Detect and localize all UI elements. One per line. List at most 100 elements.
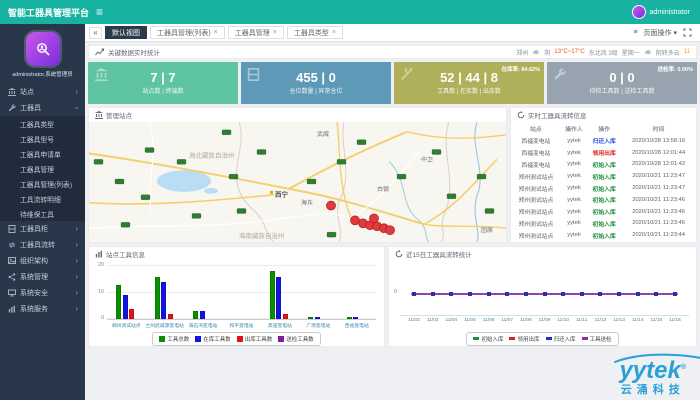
bar: [353, 317, 358, 320]
refresh-icon[interactable]: [517, 111, 525, 119]
table-row: 郑州测试站点yytek初始入库2020/10/21 11:23:47: [511, 182, 696, 194]
weather-extra: 11: [684, 49, 690, 55]
ops-op: 初始入库: [587, 229, 621, 241]
user-menu[interactable]: administrator: [632, 5, 700, 19]
legend-label: 领用出库: [517, 337, 539, 343]
ops-op: 初始入库: [587, 206, 621, 218]
legend-label: 归还入库: [554, 337, 576, 343]
sidebar-item-service[interactable]: 系统服务 ›: [0, 301, 85, 317]
sidebar-subitem[interactable]: 待维保工具: [0, 206, 85, 221]
tab-menu-icon[interactable]: ≡: [633, 29, 637, 36]
sidebar-item-label: 工器具型号: [20, 134, 54, 144]
legend-item: 在库工具数: [195, 335, 231, 343]
col-time: 时间: [621, 122, 696, 135]
table-row: 郑州测试站点yytek初始入库2020/10/21 11:23:47: [511, 170, 696, 182]
close-icon[interactable]: ×: [332, 29, 336, 36]
tabs-collapse-button[interactable]: «: [89, 27, 102, 39]
bar: [193, 311, 198, 319]
sidebar-item-sites[interactable]: 站点 ›: [0, 84, 85, 100]
bar-chart: 01020郑州测试站点兰州武威源变电站海石湾变电站和平变电站高速变电站广场变电站…: [107, 264, 376, 330]
bank-icon: [94, 68, 109, 86]
sidebar-subitem[interactable]: 工器具管理: [0, 161, 85, 176]
bar-category-label: 海石湾变电站: [184, 322, 222, 329]
profile-avatar[interactable]: [26, 32, 60, 66]
sidebar-item-label: 系统安全: [20, 288, 48, 298]
card-label: 待检工具数 | 送检工具数: [590, 86, 655, 95]
card-value: 7 | 7: [150, 71, 175, 85]
cell-station: 郑州测试站点: [511, 194, 561, 206]
sidebar-item-system[interactable]: 系统管理 ›: [0, 269, 85, 285]
ops-op: 归还入库: [587, 135, 621, 147]
sidebar-item-label: 系统服务: [20, 304, 48, 314]
sidebar-item-org[interactable]: 组织架构 ›: [0, 253, 85, 269]
sidebar-subitem[interactable]: 工器具申请单: [0, 146, 85, 161]
sidebar-item-label: 工器具: [20, 103, 41, 113]
station-marker[interactable]: [327, 201, 336, 210]
sidebar-item-tools[interactable]: 工器具 ›: [0, 100, 85, 116]
tab-tool-manage[interactable]: 工器具管理×: [228, 26, 284, 39]
tab-label: 工器具类型: [294, 28, 329, 38]
card-tools[interactable]: 在库率: 84.62% 52 | 44 | 8 工具数 | 在库数 | 出库数: [394, 62, 544, 104]
cell-station: 西福变电站: [511, 159, 561, 171]
cell-time: 2020/10/21 11:23:47: [621, 182, 696, 194]
map-canvas: 海北藏族自治州 海南藏族自治州 武威 西宁 海东 白银 中卫 固原: [89, 122, 506, 242]
refresh-icon[interactable]: [395, 250, 403, 258]
bar-chart-title: 站点工具信息: [106, 249, 145, 259]
chevron-right-icon: ›: [75, 273, 78, 281]
ops-op: 初始入库: [587, 170, 621, 182]
tab-tool-manage-list[interactable]: 工器具管理(列表)×: [150, 26, 225, 39]
sidebar-subitem[interactable]: 工具流转明细: [0, 191, 85, 206]
station-marker[interactable]: [386, 226, 395, 235]
card-value: 455 | 0: [296, 71, 336, 85]
station-marker[interactable]: [370, 214, 379, 223]
line-marker: [598, 292, 602, 296]
cloud-icon: [644, 49, 652, 55]
legend-label: 送检工具数: [286, 337, 314, 343]
page-operations-dropdown[interactable]: 页面操作 ▾: [644, 28, 677, 38]
sidebar-item-label: 组织架构: [20, 256, 48, 266]
map-panel: 管理站点: [88, 107, 507, 243]
fullscreen-icon[interactable]: [683, 28, 692, 37]
map-city-label: 海东: [301, 199, 313, 207]
tab-default-view[interactable]: 默认视图: [105, 26, 147, 39]
chart-icon: [95, 250, 103, 258]
sidebar-subitem[interactable]: 工器具类型: [0, 116, 85, 131]
sidebar-item-cabinet[interactable]: 工器具柜 ›: [0, 221, 85, 237]
weather-week: 星期一: [622, 48, 640, 57]
sidebar-subitem[interactable]: 工器具管理(列表): [0, 176, 85, 191]
map-panel-header: 管理站点: [89, 108, 506, 122]
weather-forecast: 阴转多云: [656, 48, 680, 57]
bar: [315, 317, 320, 320]
wrench-icon: [553, 68, 566, 86]
card-sites[interactable]: 7 | 7 站点数 | 终端数: [88, 62, 238, 104]
chevron-right-icon: ›: [75, 257, 78, 265]
table-row: 郑州测试站点yytek初始入库2020/10/21 11:23:44: [511, 229, 696, 241]
legend-label: 初始入库: [481, 337, 503, 343]
card-slots[interactable]: 455 | 0 仓位数量 | 异常仓位: [241, 62, 391, 104]
ops-panel-header: 实时工器具流转信息: [511, 108, 696, 122]
sidebar-item-security[interactable]: 系统安全 ›: [0, 285, 85, 301]
map-region-label: 海北藏族自治州: [189, 150, 234, 159]
table-row: 郑州测试站点yytek初始入库2020/10/21 11:23:46: [511, 194, 696, 206]
bar-category-label: 郑州测试站点: [107, 322, 145, 329]
close-icon[interactable]: ×: [214, 29, 218, 36]
sidebar-toggle-icon[interactable]: ≡: [96, 5, 103, 19]
ops-header-row: 站点 操作人 操作 时间: [511, 122, 696, 135]
legend-label: 工具送检: [590, 337, 612, 343]
tab-label: 工器具管理(列表): [157, 28, 211, 38]
sidebar-item-transfer[interactable]: 工器具流转 ›: [0, 237, 85, 253]
bar-category-label: 和平变电站: [222, 322, 260, 329]
map-city-label: 西宁: [275, 190, 289, 199]
card-inspection[interactable]: 送检率: 0.00% 0 | 0 待检工具数 | 送检工具数: [547, 62, 697, 104]
registered-mark: ®: [681, 364, 686, 371]
ops-op: 初始入库: [587, 159, 621, 171]
tab-tool-type[interactable]: 工器具类型×: [287, 26, 343, 39]
cell-time: 2020/10/21 11:23:46: [621, 206, 696, 218]
sidebar-subitem[interactable]: 工器具型号: [0, 131, 85, 146]
close-icon[interactable]: ×: [273, 29, 277, 36]
col-station: 站点: [511, 122, 561, 135]
yytek-logo: yytek® 云涌科技: [619, 359, 686, 396]
map[interactable]: 海北藏族自治州 海南藏族自治州 武威 西宁 海东 白银 中卫 固原: [89, 122, 506, 242]
bar-panel-header: 站点工具信息: [89, 247, 384, 260]
x-axis-label: 11/16: [661, 315, 689, 323]
